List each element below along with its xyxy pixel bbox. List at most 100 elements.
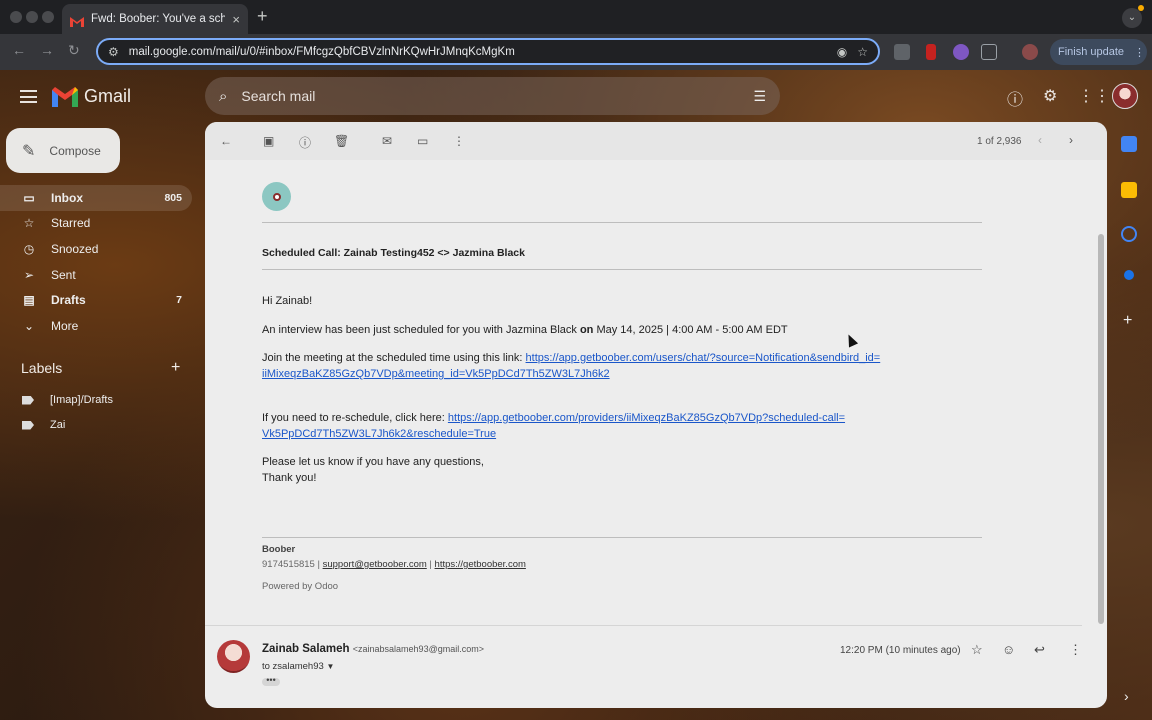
label-imap-drafts[interactable]: [Imap]/Drafts	[22, 394, 113, 406]
contacts-icon[interactable]	[1124, 270, 1134, 280]
extension-flag-icon[interactable]	[926, 44, 936, 60]
search-icon[interactable]: ⌕	[219, 88, 227, 105]
gmail-logo[interactable]: Gmail	[52, 86, 131, 107]
inbox-icon: ▭	[23, 190, 35, 205]
label-tag-icon	[22, 420, 34, 430]
compose-label: Compose	[49, 143, 101, 158]
scrollbar[interactable]	[1098, 234, 1104, 624]
calendar-icon[interactable]	[1121, 136, 1137, 152]
tasks-icon[interactable]	[1121, 226, 1137, 242]
join-meeting-link-cont[interactable]: iiMixeqzBaKZ85GzQb7VDp&meeting_id=Vk5PpD…	[262, 368, 610, 380]
reload-icon[interactable]: ↻	[68, 42, 80, 59]
forward-arrow-icon[interactable]: →	[40, 42, 54, 58]
extensions-puzzle-icon[interactable]	[981, 44, 997, 60]
sidebar-item-starred[interactable]: ☆ Starred	[0, 211, 192, 237]
back-to-inbox-icon[interactable]: ←	[220, 134, 232, 148]
draft-icon: ▤	[23, 293, 35, 308]
move-to-icon[interactable]: ▭	[417, 134, 428, 148]
report-spam-icon[interactable]: ⓘ	[299, 134, 311, 151]
close-window-button[interactable]	[10, 11, 22, 23]
archive-icon[interactable]: ▣	[263, 134, 274, 148]
support-email-link[interactable]: support@getboober.com	[323, 559, 427, 570]
gmail-m-icon	[52, 86, 78, 107]
sidebar-item-snoozed[interactable]: ◷ Snoozed	[0, 236, 192, 262]
help-icon[interactable]: ⓘ	[1007, 86, 1023, 110]
more-vert-icon[interactable]: ⋮	[1069, 642, 1082, 658]
extension-badge-icon[interactable]	[953, 44, 969, 60]
join-meeting-link[interactable]: https://app.getboober.com/users/chat/?so…	[526, 352, 881, 364]
footer-contact: 9174515815 | support@getboober.com | htt…	[262, 557, 526, 573]
get-addons-icon[interactable]: +	[1123, 312, 1132, 330]
reply-icon[interactable]: ↩	[1034, 642, 1045, 658]
minimize-window-button[interactable]	[26, 11, 38, 23]
mark-unread-icon[interactable]: ✉	[382, 134, 392, 148]
clock-icon: ◷	[23, 241, 35, 256]
keep-icon[interactable]	[1121, 182, 1137, 198]
interview-on: on	[579, 324, 594, 336]
search-input[interactable]	[241, 88, 740, 104]
back-arrow-icon[interactable]: ←	[12, 42, 26, 58]
older-chevron-icon[interactable]: ›	[1069, 133, 1073, 147]
sidebar-item-sent[interactable]: ➢ Sent	[0, 262, 192, 288]
address-bar[interactable]: ⚙ mail.google.com/mail/u/0/#inbox/FMfcgz…	[96, 38, 880, 65]
recipient-dropdown-icon[interactable]: ▼	[326, 662, 334, 671]
main-menu-icon[interactable]	[20, 90, 37, 103]
sidebar-item-more[interactable]: ⌄ More	[0, 313, 192, 339]
extension-code-icon[interactable]	[894, 44, 910, 60]
profile-avatar-icon[interactable]	[1022, 44, 1038, 60]
pencil-icon: ✎	[22, 142, 36, 160]
new-tab-button[interactable]: +	[257, 6, 268, 27]
finish-update-button[interactable]: Finish update ⋮	[1050, 39, 1147, 65]
maximize-window-button[interactable]	[42, 11, 54, 23]
sidebar-item-inbox[interactable]: ▭ Inbox 805	[0, 185, 192, 211]
more-options-icon[interactable]: ⋮	[453, 134, 465, 148]
reschedule-paragraph: If you need to re-schedule, click here: …	[262, 410, 845, 442]
closing-line-2: Thank you!	[262, 472, 317, 484]
sender-line: Zainab Salameh <zainabsalameh93@gmail.co…	[262, 643, 484, 655]
add-label-icon[interactable]: +	[171, 359, 180, 377]
sidebar-item-label: Sent	[51, 267, 76, 282]
settings-gear-icon[interactable]: ⚙	[1043, 86, 1057, 106]
emoji-react-icon[interactable]: ☺	[1002, 642, 1015, 657]
side-panel-toggle-icon[interactable]: ›	[1124, 688, 1129, 704]
label-zai[interactable]: Zai	[22, 419, 65, 431]
star-icon[interactable]: ☆	[971, 642, 983, 658]
bookmark-star-icon[interactable]: ☆	[857, 45, 868, 59]
send-icon: ➢	[23, 267, 35, 282]
label-name: Zai	[50, 419, 66, 431]
recipient-line[interactable]: to zsalameh93 ▼	[262, 661, 334, 672]
website-link[interactable]: https://getboober.com	[435, 559, 526, 570]
show-trimmed-button[interactable]: •••	[262, 676, 280, 686]
url-text[interactable]: mail.google.com/mail/u/0/#inbox/FMfcgzQb…	[129, 46, 827, 58]
search-options-icon[interactable]: ☰	[753, 88, 766, 105]
account-avatar[interactable]	[1112, 83, 1138, 109]
recipient-text: to zsalameh93	[262, 661, 324, 672]
compose-button[interactable]: ✎ Compose	[6, 128, 120, 173]
divider	[205, 625, 1082, 626]
footer-sep: |	[429, 559, 432, 570]
label-name: [Imap]/Drafts	[50, 394, 113, 406]
interview-datetime: May 14, 2025 | 4:00 AM - 5:00 AM EDT	[593, 324, 788, 336]
join-text: Join the meeting at the scheduled time u…	[262, 352, 526, 364]
eye-icon[interactable]: ◉	[837, 45, 847, 59]
site-info-icon[interactable]: ⚙	[108, 45, 119, 59]
apps-grid-icon[interactable]: ⋮⋮	[1078, 86, 1110, 106]
close-tab-icon[interactable]: ×	[232, 12, 240, 27]
footer-phone: 9174515815	[262, 559, 315, 570]
reschedule-text: If you need to re-schedule, click here:	[262, 412, 448, 424]
reschedule-link[interactable]: https://app.getboober.com/providers/iiMi…	[448, 412, 845, 424]
reschedule-link-cont[interactable]: Vk5PpDCd7Th5ZW3L7Jh6k2&reschedule=True	[262, 428, 496, 440]
tab-search-button[interactable]: ⌄	[1122, 8, 1142, 28]
sender-avatar[interactable]	[217, 640, 250, 673]
sender-name[interactable]: Zainab Salameh	[262, 643, 350, 655]
newer-chevron-icon[interactable]: ‹	[1038, 133, 1042, 147]
sidebar-item-label: Inbox	[51, 190, 83, 205]
join-paragraph: Join the meeting at the scheduled time u…	[262, 350, 880, 382]
sidebar-item-drafts[interactable]: ▤ Drafts 7	[0, 287, 192, 313]
browser-tab[interactable]: Fwd: Boober: You've a schedu ×	[62, 4, 248, 34]
sidebar-nav: ▭ Inbox 805 ☆ Starred ◷ Snoozed ➢ Sent ▤…	[0, 185, 192, 339]
powered-by: Powered by Odoo	[262, 581, 339, 592]
search-bar[interactable]: ⌕ ☰	[205, 77, 780, 115]
gmail-app: Gmail ⌕ ☰ ⓘ ⚙ ⋮⋮ ✎ Compose ▭ Inbox 805 ☆…	[0, 70, 1152, 720]
delete-icon[interactable]: 🗑	[334, 134, 349, 148]
